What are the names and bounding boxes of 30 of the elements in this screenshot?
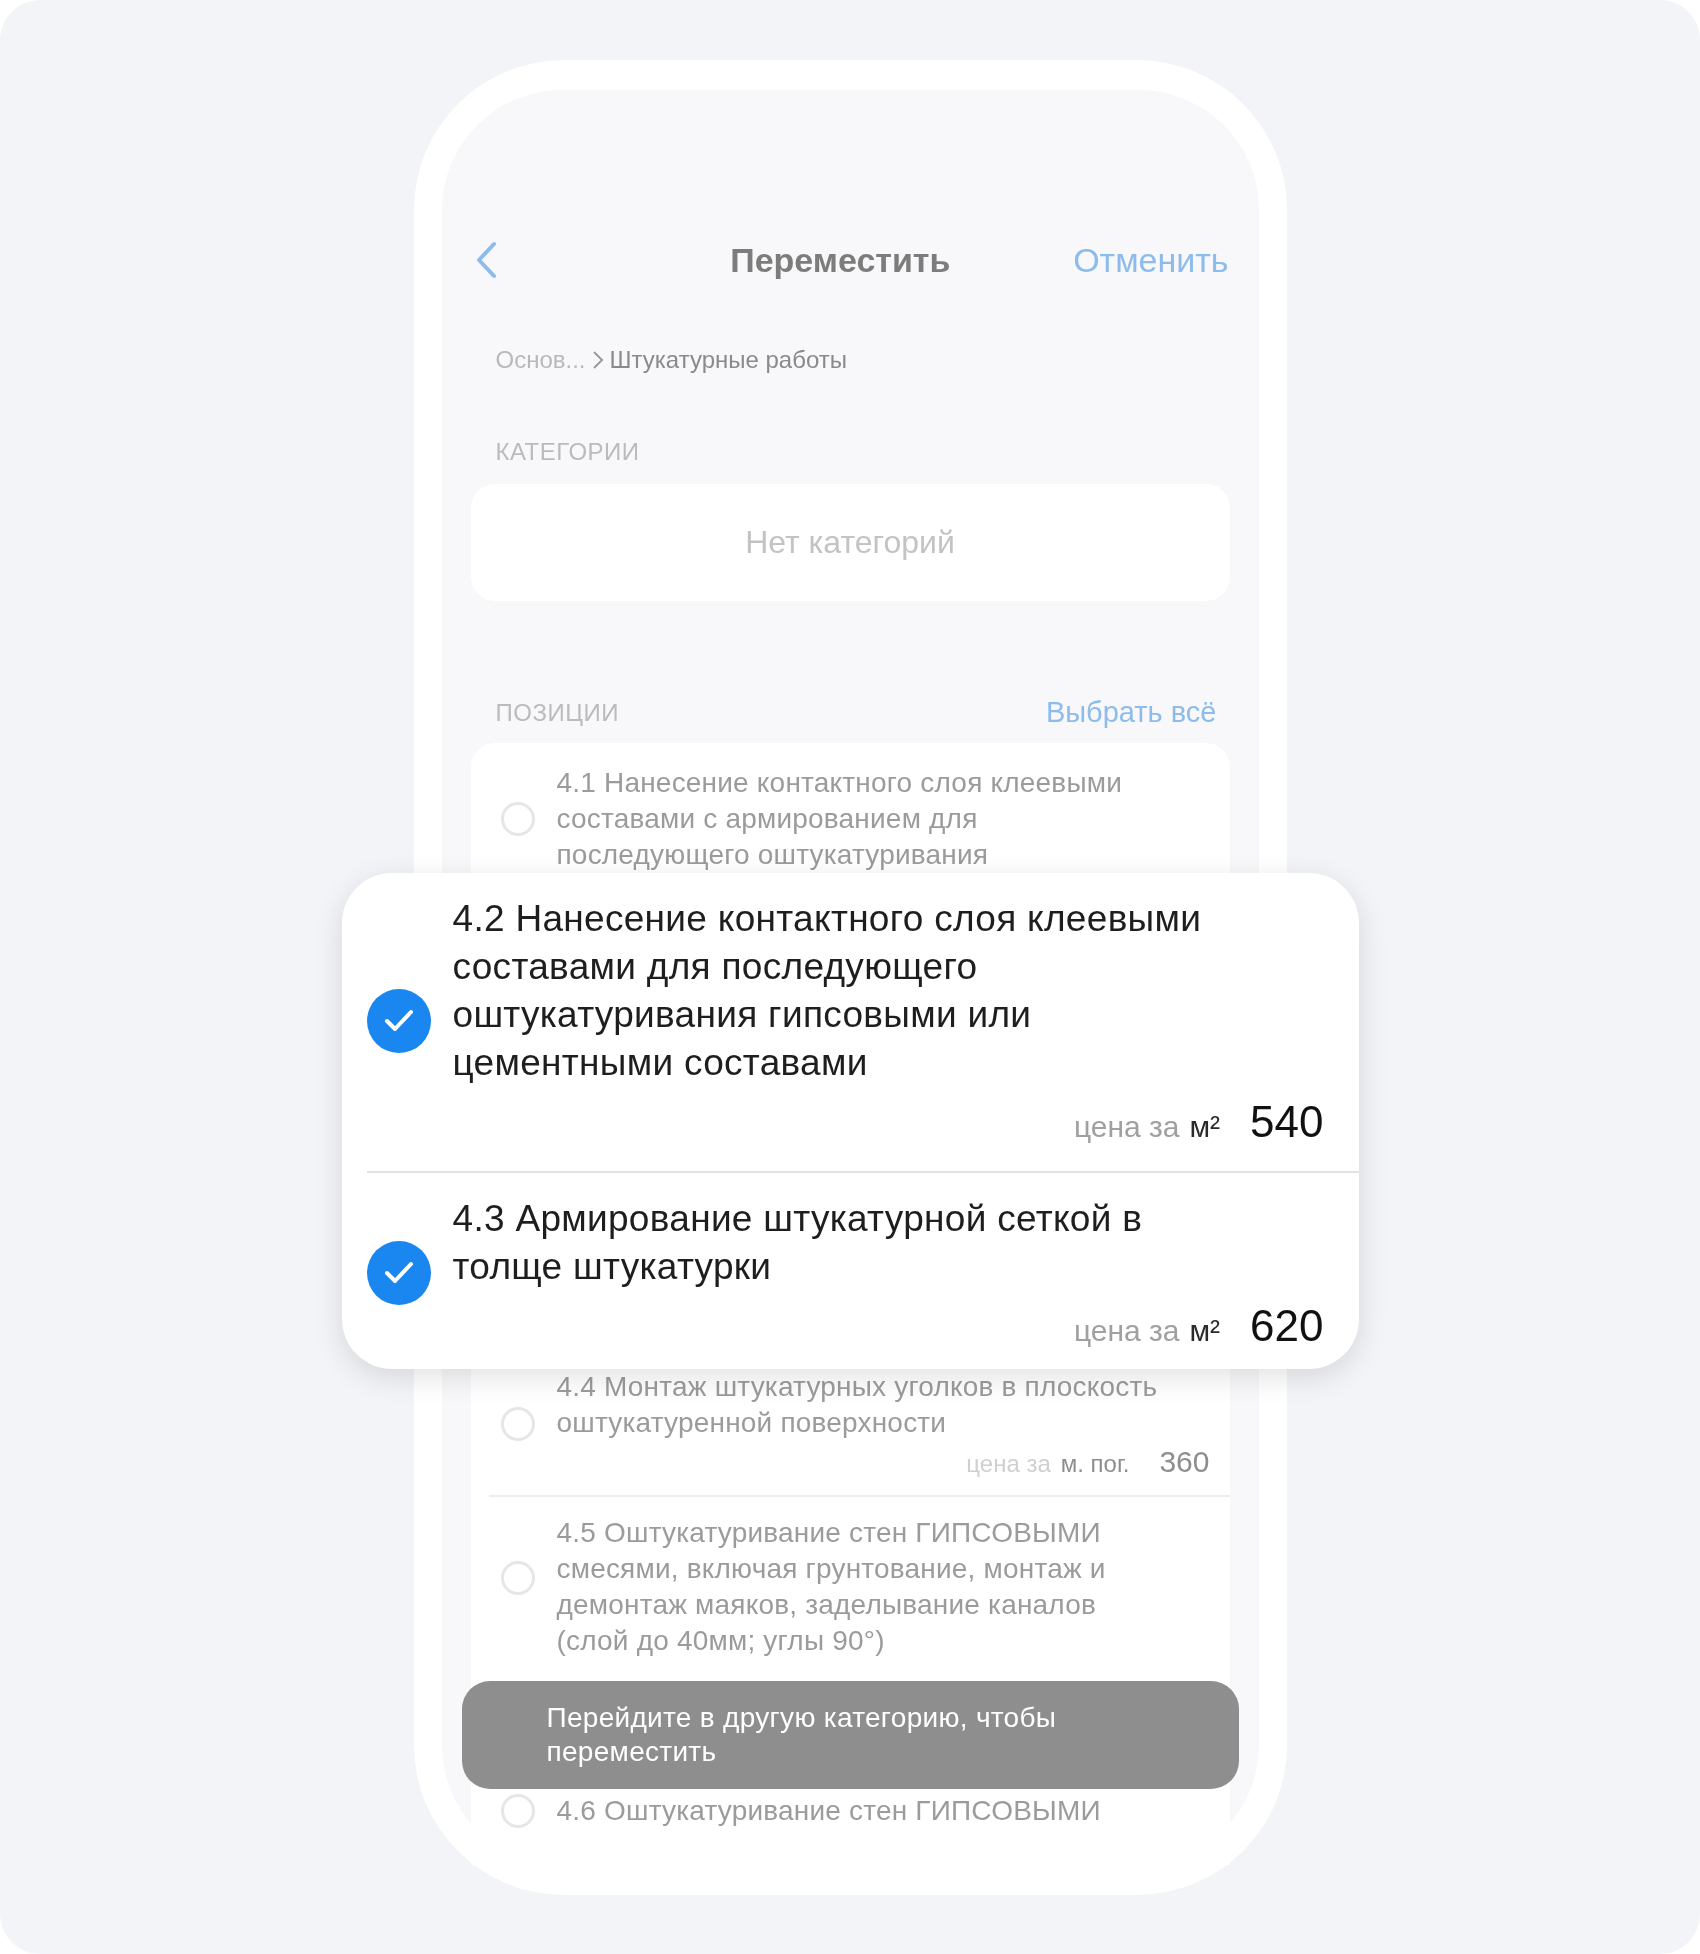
checkmark-icon (383, 1009, 414, 1033)
price-value: 360 (1159, 1445, 1210, 1479)
breadcrumb-parent[interactable]: Основ... (495, 346, 586, 374)
price-unit: м. пог. (1060, 1450, 1130, 1478)
empty-message: Нет категорий (745, 524, 955, 561)
cancel-link[interactable]: Отменить (1073, 240, 1229, 280)
position-title: 4.6 Оштукатуривание стен ГИПСОВЫМИ (556, 1794, 1102, 1828)
section-heading: КАТЕГОРИИ (495, 438, 640, 466)
position-title: 4.3 Армирование штукатурной сеткой в толще штукатурки (452, 1197, 1144, 1289)
radio-circle[interactable] (500, 1794, 535, 1828)
price-value: 540 (1250, 1097, 1324, 1147)
price-label: цена за (1073, 1110, 1180, 1144)
checkmark-icon (383, 1261, 414, 1285)
radio-circle[interactable] (500, 802, 535, 836)
radio-circle[interactable] (500, 1561, 535, 1595)
section-heading: ПОЗИЦИИ (495, 698, 619, 727)
select-all-link[interactable]: Выбрать всё (1045, 696, 1217, 729)
breadcrumb-current: Штукатурные работы (609, 346, 847, 374)
position-title: 4.5 Оштукатуривание стен ГИПСОВЫМИ смесями, включая грунтование, монтаж и демонтаж маяков, заделывание каналов (слой до 40мм; углы 90°) (556, 1516, 1107, 1658)
position-title: 4.4 Монтаж штукатурных уголков в плоскость оштукатуренной поверхности (556, 1370, 1159, 1440)
toast-message: Перейдите в другую категорию, чтобы переместить (461, 1681, 1239, 1789)
chevron-icon (591, 350, 604, 370)
radio-circle[interactable] (500, 1407, 535, 1441)
position-title: 4.2 Нанесение контактного слоя клеевыми составами для последующего оштукатуривания гипсовыми или цементными составами (452, 897, 1203, 1085)
screen-title: Переместить (730, 240, 951, 280)
price-value: 620 (1250, 1301, 1324, 1351)
position-title: 4.1 Нанесение контактного слоя клеевыми составами с армированием для последующего оштукатуривания (556, 766, 1124, 872)
price-label: цена за (1073, 1314, 1180, 1348)
price-unit: м² (1189, 1314, 1221, 1348)
price-unit: м² (1189, 1110, 1221, 1144)
